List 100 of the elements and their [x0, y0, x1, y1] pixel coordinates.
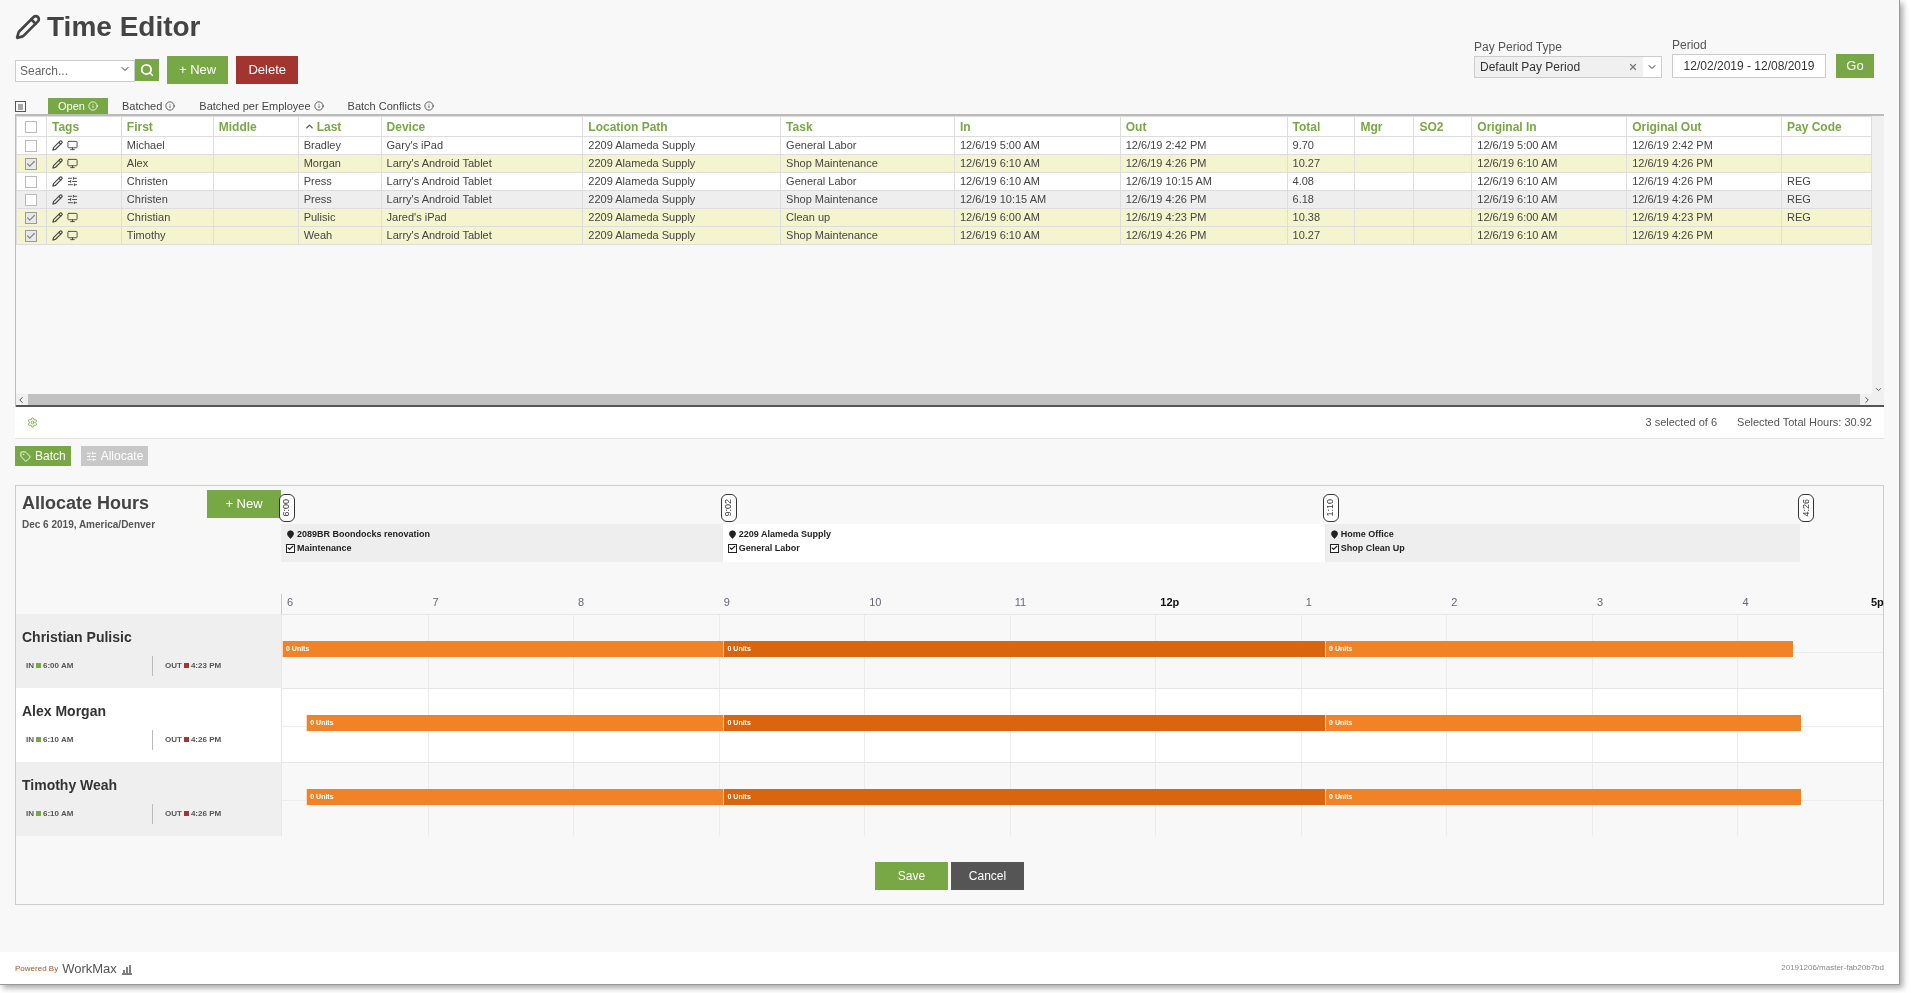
hour-label: 2	[1451, 595, 1458, 610]
table-cell: 2209 Alameda Supply	[588, 157, 696, 170]
employee-name: Timothy Weah	[22, 775, 119, 795]
hour-label: 5p	[1871, 595, 1884, 610]
checkbox[interactable]	[25, 139, 38, 152]
sliders-icon	[66, 176, 78, 187]
pencil-icon	[15, 14, 41, 40]
sort-ascending-icon	[303, 121, 315, 132]
tab[interactable]: Open	[48, 98, 108, 114]
pencil-icon[interactable]	[51, 212, 63, 223]
table-cell: 12/6/19 6:10 AM	[959, 229, 1041, 242]
pencil-icon[interactable]	[51, 230, 63, 241]
clock-out-time: 4:26 PM	[190, 733, 222, 746]
table-cell: 2209 Alameda Supply	[588, 139, 696, 152]
hour-label: 7	[432, 595, 439, 610]
search-button[interactable]	[135, 59, 159, 81]
column-header[interactable]: Middle	[213, 116, 299, 137]
clock-in-time: 6:10 AM	[43, 733, 74, 746]
table-cell: 12/6/19 4:26 PM	[1632, 229, 1713, 242]
search-icon	[140, 63, 154, 77]
table-cell: 12/6/19 10:15 AM	[1125, 175, 1212, 188]
task-name: Shop Clean Up	[1340, 541, 1405, 555]
scroll-down-icon[interactable]	[1873, 385, 1883, 394]
search-field[interactable]: Search...	[15, 60, 135, 82]
column-header[interactable]: Original In	[1471, 116, 1627, 137]
checkbox[interactable]	[25, 120, 38, 133]
table-cell: 12/6/19 6:10 AM	[1477, 193, 1558, 206]
table-cell: Christen	[126, 193, 168, 206]
pay-period-type-select[interactable]: Default Pay Period	[1474, 56, 1662, 78]
new-button[interactable]: + New	[167, 56, 229, 84]
table-cell: 12/6/19 2:42 PM	[1125, 139, 1207, 152]
in-status-icon	[36, 737, 41, 742]
batch-button[interactable]: Batch	[15, 446, 71, 466]
brand-name: WorkMax	[62, 961, 117, 975]
column-header[interactable]: Location Path	[582, 116, 781, 137]
checkbox[interactable]	[25, 193, 38, 206]
bar-chart-icon	[120, 963, 133, 975]
column-header[interactable]: Total	[1287, 116, 1355, 137]
settings-icon[interactable]	[27, 417, 38, 428]
column-header[interactable]: In	[954, 116, 1121, 137]
column-header[interactable]: Out	[1120, 116, 1288, 137]
vertical-scrollbar[interactable]	[1872, 116, 1884, 394]
table-cell: 12/6/19 6:10 AM	[1477, 157, 1558, 170]
column-header[interactable]: SO2	[1413, 116, 1472, 137]
selection-count: 3 selected of 6	[1645, 415, 1718, 431]
info-icon	[87, 101, 98, 111]
location-name: Home Office	[1340, 528, 1394, 541]
hour-label: 6	[287, 595, 294, 610]
table-cell: Larry's Android Tablet	[386, 157, 492, 170]
tab[interactable]: Batched	[111, 98, 186, 114]
table-cell: Clean up	[786, 211, 831, 224]
map-pin-icon	[727, 530, 737, 540]
table-cell: 2209 Alameda Supply	[588, 229, 696, 242]
hour-label: 1	[1305, 595, 1312, 610]
column-header[interactable]: Pay Code	[1781, 116, 1872, 137]
checkbox[interactable]	[25, 211, 38, 224]
new-button[interactable]: + New	[207, 490, 281, 518]
hour-label: 12p	[1160, 595, 1180, 610]
save-button[interactable]: Save	[875, 862, 948, 890]
checkbox[interactable]	[25, 229, 38, 242]
time-marker: 1:10	[1322, 494, 1339, 522]
scroll-left-icon[interactable]	[16, 394, 26, 405]
tab[interactable]: Batch Conflicts	[337, 98, 444, 114]
tab[interactable]: Batched per Employee	[189, 98, 334, 114]
checkbox[interactable]	[25, 157, 38, 170]
column-header[interactable]: Task	[780, 116, 955, 137]
info-icon	[313, 101, 324, 111]
employee-name: Christian Pulisic	[22, 627, 133, 647]
time-marker: 6:00	[279, 494, 295, 522]
monitor-icon	[66, 140, 78, 151]
delete-button[interactable]: Delete	[236, 56, 299, 84]
go-button[interactable]: Go	[1836, 54, 1874, 78]
horizontal-scrollbar[interactable]	[16, 394, 1884, 407]
column-header[interactable]: Last	[298, 116, 382, 137]
scroll-right-icon[interactable]	[1862, 394, 1872, 405]
clear-icon[interactable]	[1628, 62, 1638, 72]
table-cell: 12/6/19 4:26 PM	[1632, 157, 1713, 170]
column-header[interactable]: Tags	[46, 116, 122, 137]
pencil-icon[interactable]	[51, 194, 63, 205]
column-header[interactable]: Device	[381, 116, 583, 137]
cancel-button[interactable]: Cancel	[951, 862, 1024, 890]
column-header[interactable]: Original Out	[1626, 116, 1782, 137]
hour-label: 9	[723, 595, 730, 610]
period-field[interactable]: 12/02/2019 - 12/08/2019	[1672, 54, 1826, 78]
field-label: Pay Period Type	[1474, 39, 1563, 56]
table-menu-icon[interactable]	[15, 101, 26, 112]
pencil-icon[interactable]	[51, 158, 63, 169]
table-cell: 10.27	[1292, 229, 1321, 242]
table-cell: Shop Maintenance	[786, 157, 878, 170]
monitor-icon	[66, 230, 78, 241]
column-header[interactable]: Mgr	[1354, 116, 1414, 137]
table-cell: 2209 Alameda Supply	[588, 211, 696, 224]
out-status-icon	[183, 737, 189, 742]
column-header[interactable]: First	[121, 116, 214, 137]
pencil-icon[interactable]	[51, 176, 63, 187]
checkbox[interactable]	[25, 175, 38, 188]
table-cell: Press	[303, 193, 332, 206]
table-cell: REG	[1786, 175, 1811, 188]
pencil-icon[interactable]	[51, 140, 63, 151]
location-name: 2089BR Boondocks renovation	[297, 528, 431, 541]
